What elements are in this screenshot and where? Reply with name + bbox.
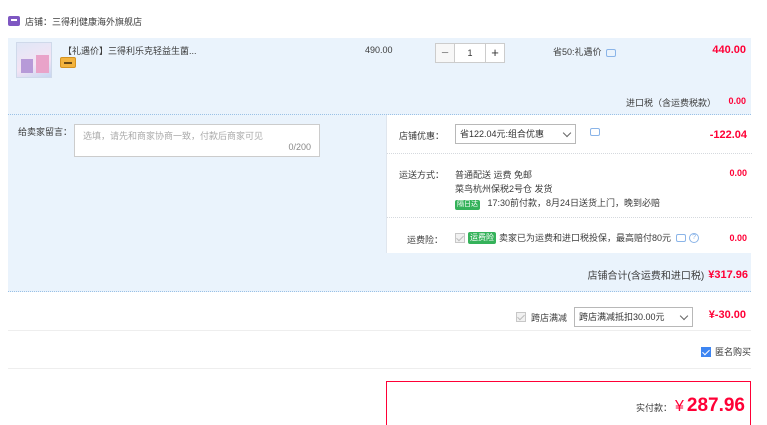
anonymous-checkbox[interactable] (700, 346, 711, 357)
help-icon[interactable]: ? (689, 232, 700, 243)
insurance-checkbox[interactable] (455, 232, 465, 243)
cross-store-checkbox[interactable] (516, 312, 526, 322)
message-textarea[interactable]: 选填，请先和商家协商一致，付款后商家可见 0/200 (74, 124, 320, 157)
tax-label: 进口税（含运费税款） (626, 98, 717, 108)
coupon-value: -122.04 (709, 129, 747, 141)
shipping-warehouse: 菜鸟杭州保税2号仓 发货 (455, 184, 553, 194)
payment-total: 实付款： ¥ 287.96 (636, 395, 745, 417)
options-column: 店铺优惠： 省122.04元:组合优惠 -122.04 运送方式： 普通配送 运… (386, 115, 752, 253)
insurance-label: 运费险： (407, 235, 444, 245)
shipping-value: 0.00 (729, 168, 747, 178)
shipping-eta-line: 隔日达 17:30前付款，8月24日送货上门，晚到必赔 (455, 196, 660, 210)
shop-header: 店铺：三得利健康海外旗舰店 (8, 12, 142, 30)
insurance-info: 运费险 卖家已为运费和进口税投保，最高赔付80元 ? (455, 231, 700, 244)
payment-label: 实付款： (635, 403, 672, 413)
shop-icon (8, 16, 20, 26)
shipping-row: 运送方式： 普通配送 运费 免邮 菜鸟杭州保税2号仓 发货 隔日达 17:30前… (387, 154, 752, 218)
message-label: 给卖家留言： (18, 127, 73, 137)
anonymous-label: 匿名购买 (714, 347, 751, 357)
cross-store-label: 跨店满减 (531, 312, 568, 323)
quantity-input[interactable]: 1 (455, 43, 485, 63)
cross-store-select[interactable]: 跨店满减抵扣30.00元 (574, 307, 694, 327)
next-day-badge: 隔日达 (455, 200, 480, 210)
insurance-value: 0.00 (729, 233, 747, 243)
coupon-row: 店铺优惠： 省122.04元:组合优惠 -122.04 (387, 115, 752, 154)
quantity-stepper[interactable]: − 1 + (435, 43, 505, 63)
shop-total-label: 店铺合计(含运费和进口税) (587, 271, 705, 282)
unit-price: 490.00 (365, 45, 393, 55)
shipping-eta: 17:30前付款，8月24日送货上门，晚到必赔 (487, 198, 661, 208)
tax-value: 0.00 (728, 96, 746, 106)
cross-store-value: ¥-30.00 (708, 309, 746, 321)
order-options-panel: 给卖家留言： 选填，请先和商家协商一致，付款后商家可见 0/200 店铺优惠： … (8, 115, 752, 292)
product-thumbnail[interactable] (16, 42, 52, 78)
decrease-button[interactable]: − (435, 43, 455, 63)
payment-currency: ¥ (674, 398, 684, 415)
anonymous-option[interactable]: 匿名购买 (700, 345, 751, 358)
product-title[interactable]: 【礼遇价】三得利乐克轻益生菌... (63, 44, 197, 57)
anonymous-row: 匿名购买 (8, 331, 751, 369)
message-counter: 0/200 (288, 142, 311, 152)
insurance-text: 卖家已为运费和进口税投保，最高赔付80元 (499, 233, 672, 243)
credit-card-icon (60, 57, 76, 68)
shop-total-value: ¥317.96 (708, 268, 748, 281)
insurance-badge: 运费险 (468, 231, 496, 244)
chat-bubble-icon[interactable] (676, 233, 687, 242)
discount-info: 省50:礼遇价 (553, 45, 616, 58)
item-subtotal: 440.00 (712, 44, 746, 56)
insurance-row: 运费险： 运费险 卖家已为运费和进口税投保，最高赔付80元 ? 0.00 (387, 218, 752, 253)
shipping-method: 普通配送 运费 免邮 (455, 170, 533, 180)
shop-total: 店铺合计(含运费和进口税) ¥317.96 (587, 267, 748, 283)
shipping-label: 运送方式： (399, 170, 445, 180)
chat-bubble-icon[interactable] (590, 128, 600, 136)
discount-label: 省50:礼遇价 (553, 47, 602, 57)
coupon-label: 店铺优惠： (399, 131, 445, 141)
payment-amount: 287.96 (686, 395, 745, 416)
coupon-select[interactable]: 省122.04元:组合优惠 (455, 124, 576, 144)
payment-summary: 实付款： ¥ 287.96 (386, 381, 751, 425)
chat-bubble-icon[interactable] (605, 48, 616, 57)
shop-name[interactable]: 店铺：三得利健康海外旗舰店 (25, 15, 142, 28)
item-panel: 【礼遇价】三得利乐克轻益生菌... 490.00 − 1 + 省50:礼遇价 4… (8, 38, 751, 115)
message-placeholder: 选填，请先和商家协商一致，付款后商家可见 (83, 131, 264, 141)
cross-store-controls: 跨店满减 跨店满减抵扣30.00元 (516, 307, 694, 327)
increase-button[interactable]: + (485, 43, 505, 63)
cross-store-row: 跨店满减 跨店满减抵扣30.00元 ¥-30.00 (8, 300, 751, 331)
